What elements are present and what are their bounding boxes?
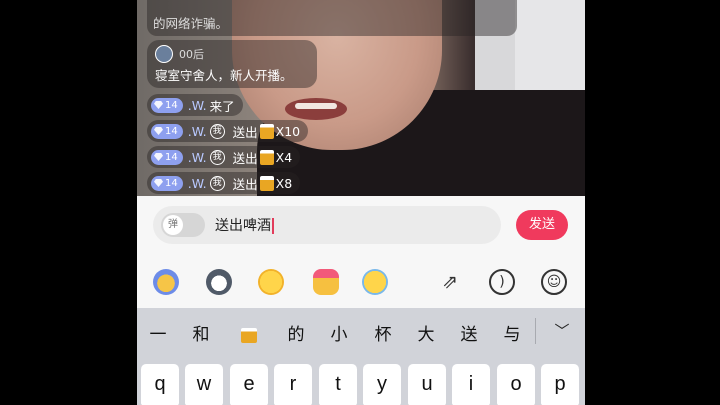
chat-text: 送出 [232, 150, 258, 166]
me-tag: 我 [209, 149, 225, 165]
key-o[interactable]: o [497, 364, 535, 405]
intro-username: 00后 [179, 47, 204, 61]
send-button[interactable]: 发送 [516, 210, 568, 240]
diamond-icon [154, 153, 163, 161]
key-e[interactable]: e [230, 364, 268, 405]
rolling-laughing-icon[interactable] [258, 269, 284, 295]
chat-message-system: 的网络诈骗。 [147, 0, 517, 36]
candidate-bar: 一 和 的 小 杯 大 送 与 ﹀ [137, 308, 585, 352]
beer-mug-icon [259, 149, 274, 165]
streamer-mouth [285, 98, 347, 120]
key-w[interactable]: w [185, 364, 223, 405]
candidate-word[interactable]: 小 [324, 320, 354, 345]
live-video[interactable]: 的网络诈骗。 00后 寝室守舍人，新人开播。 14 .W. 来了 14 .W. … [137, 0, 585, 196]
key-r[interactable]: r [274, 364, 312, 405]
danmu-toggle-label: 弹 [163, 215, 183, 235]
diamond-icon [154, 101, 163, 109]
candidate-word[interactable]: 送 [454, 320, 484, 345]
voice-icon[interactable]: ) [489, 269, 515, 295]
comment-input[interactable]: 弹 送出啤酒 [153, 206, 501, 244]
text-caret [272, 218, 274, 234]
comment-input-bar: 弹 送出啤酒 发送 [137, 196, 585, 256]
intro-text: 寝室守舍人，新人开播。 [155, 67, 293, 83]
beer-mug-icon [259, 123, 274, 139]
chat-text: 送出 [232, 124, 258, 140]
key-u[interactable]: u [408, 364, 446, 405]
chat-username[interactable]: .W. [188, 124, 207, 139]
emoji-bar: ⇗ ) ☺ [137, 256, 585, 308]
chat-text: 来了 [209, 98, 235, 114]
emoji-keyboard-icon[interactable]: ☺ [541, 269, 567, 295]
key-p[interactable]: p [541, 364, 579, 405]
comment-input-value[interactable]: 送出啤酒 [215, 215, 274, 235]
keyboard: 一 和 的 小 杯 大 送 与 ﹀ q w e r t y u i o p [137, 308, 585, 405]
chat-username[interactable]: .W. [188, 98, 207, 113]
diamond-icon [154, 179, 163, 187]
level-badge: 14 [151, 175, 183, 191]
level-badge: 14 [151, 123, 183, 139]
crying-face-icon[interactable] [362, 269, 388, 295]
candidate-word[interactable]: 杯 [368, 320, 398, 345]
level-badge: 14 [151, 149, 183, 165]
candidate-word[interactable]: 与 [497, 320, 527, 345]
chat-message[interactable]: 14 .W. 我 送出 X4 [147, 146, 301, 168]
chat-message[interactable]: 14 .W. 我 送出 X10 [147, 120, 309, 142]
key-i[interactable]: i [452, 364, 490, 405]
gift-count: X4 [275, 149, 293, 165]
me-tag: 我 [209, 123, 225, 139]
chevron-down-icon[interactable]: ﹀ [550, 320, 574, 341]
candidate-divider [535, 318, 536, 344]
key-t[interactable]: t [319, 364, 357, 405]
level-badge: 14 [151, 97, 183, 113]
chat-message[interactable]: 14 .W. 我 送出 X8 [147, 172, 301, 194]
danmu-toggle[interactable]: 弹 [161, 213, 205, 237]
phone-screen: 的网络诈骗。 00后 寝室守舍人，新人开播。 14 .W. 来了 14 .W. … [137, 0, 585, 405]
beer-mug-icon[interactable] [241, 328, 257, 343]
love-hands-icon[interactable] [313, 269, 339, 295]
husky-dog-icon[interactable] [206, 269, 232, 295]
share-icon[interactable]: ⇗ [437, 269, 463, 295]
candidate-word[interactable]: 和 [186, 320, 216, 345]
chat-message-intro[interactable]: 00后 寝室守舍人，新人开播。 [147, 40, 317, 88]
avatar[interactable] [155, 44, 173, 63]
candidate-word[interactable]: 的 [281, 320, 311, 345]
candidate-word[interactable]: 大 [411, 320, 441, 345]
me-tag: 我 [209, 175, 225, 191]
chat-text: 送出 [232, 176, 258, 192]
chat-username[interactable]: .W. [188, 150, 207, 165]
cat-face-icon[interactable] [153, 269, 179, 295]
chat-username[interactable]: .W. [188, 176, 207, 191]
diamond-icon [154, 127, 163, 135]
beer-mug-icon [259, 175, 274, 191]
key-y[interactable]: y [363, 364, 401, 405]
gift-count: X10 [275, 123, 301, 139]
candidate-word[interactable]: 一 [143, 320, 173, 345]
key-row-1: q w e r t y u i o p [137, 364, 585, 405]
system-text: 的网络诈骗。 [153, 16, 229, 31]
key-q[interactable]: q [141, 364, 179, 405]
gift-count: X8 [275, 175, 293, 191]
chat-message[interactable]: 14 .W. 来了 [147, 94, 243, 116]
